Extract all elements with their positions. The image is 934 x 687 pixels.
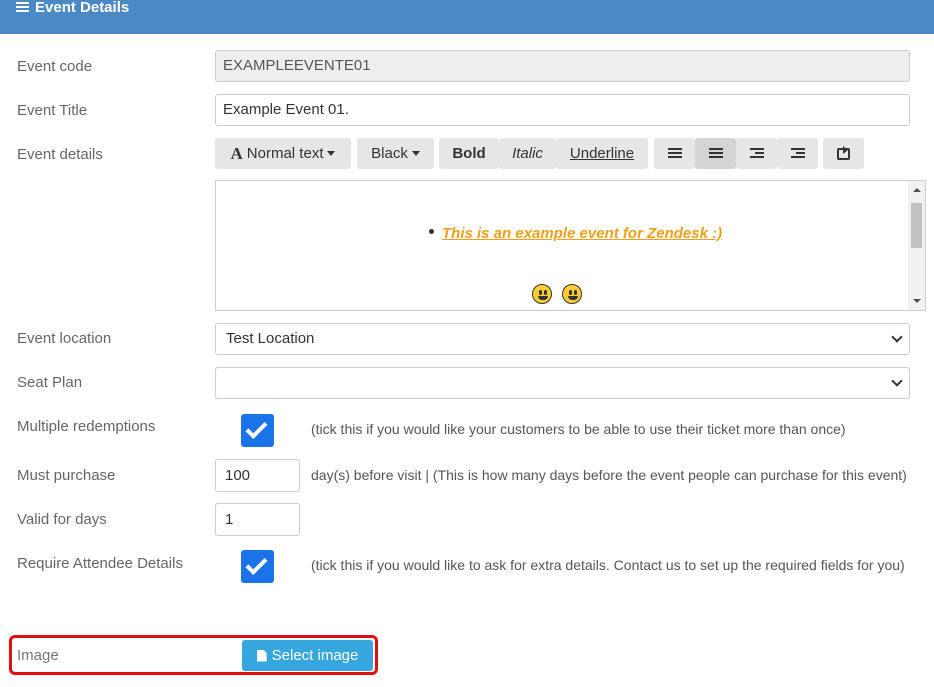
multiple-redemptions-label: Multiple redemptions xyxy=(17,418,156,435)
scrollbar-thumb[interactable] xyxy=(911,203,922,248)
color-dropdown[interactable]: Black xyxy=(357,138,434,169)
italic-button[interactable]: Italic xyxy=(499,138,556,169)
multiple-redemptions-note: (tick this if you would like your custom… xyxy=(311,421,846,437)
smiley-icon xyxy=(562,284,582,304)
bold-button[interactable]: Bold xyxy=(439,138,499,169)
outdent-button[interactable] xyxy=(777,138,818,169)
chevron-down-icon xyxy=(327,151,336,156)
multiple-redemptions-checkbox[interactable] xyxy=(241,414,274,447)
chevron-down-icon xyxy=(411,151,420,156)
event-details-label: Event details xyxy=(17,146,103,163)
image-label: Image xyxy=(17,647,59,664)
format-dropdown[interactable]: A Normal text xyxy=(215,138,351,169)
list-numbered-icon xyxy=(708,148,723,159)
rich-text-editor[interactable]: This is an example event for Zendesk :) xyxy=(215,180,926,311)
font-icon: A xyxy=(230,143,243,163)
event-location-select[interactable]: Test Location xyxy=(215,323,910,355)
hamburger-icon xyxy=(16,0,29,14)
color-dropdown-label: Black xyxy=(371,145,408,162)
panel-title: Event Details xyxy=(35,0,130,16)
event-location-value: Test Location xyxy=(226,330,315,347)
event-code-field: EXAMPLEEVENTE01 xyxy=(215,50,910,82)
panel-header: Event Details xyxy=(0,0,934,34)
event-location-label: Event location xyxy=(17,330,112,347)
list-bullet xyxy=(429,229,434,234)
require-attendee-details-checkbox[interactable] xyxy=(241,550,274,583)
event-code-label: Event code xyxy=(17,58,93,75)
require-attendee-details-note: (tick this if you would like to ask for … xyxy=(311,557,905,573)
checkmark-icon xyxy=(245,417,268,439)
seat-plan-select[interactable] xyxy=(215,367,910,399)
ordered-list-button[interactable] xyxy=(695,138,736,169)
scroll-up-icon[interactable] xyxy=(913,188,921,192)
event-title-field[interactable]: Example Event 01. xyxy=(215,94,910,126)
smiley-icon xyxy=(532,284,552,304)
checkmark-icon xyxy=(245,553,268,575)
editor-scrollbar[interactable] xyxy=(908,181,925,310)
must-purchase-label: Must purchase xyxy=(17,467,116,484)
share-button[interactable] xyxy=(823,138,864,169)
must-purchase-note: day(s) before visit | (This is how many … xyxy=(311,467,907,483)
indent-button[interactable] xyxy=(736,138,777,169)
outdent-icon xyxy=(790,148,805,159)
event-title-label: Event Title xyxy=(17,102,88,119)
underline-button[interactable]: Underline xyxy=(556,138,648,169)
list-icon xyxy=(667,148,682,159)
seat-plan-label: Seat Plan xyxy=(17,374,83,391)
format-dropdown-label: Normal text xyxy=(246,145,324,162)
file-icon xyxy=(256,649,267,662)
require-attendee-details-label: Require Attendee Details xyxy=(17,555,183,572)
valid-for-days-label: Valid for days xyxy=(17,511,107,528)
select-image-label: Select image xyxy=(271,647,359,664)
share-icon xyxy=(837,145,850,160)
chevron-down-icon xyxy=(891,375,903,387)
chevron-down-icon xyxy=(891,331,903,343)
must-purchase-field[interactable]: 100 xyxy=(215,459,300,492)
scroll-down-icon[interactable] xyxy=(913,299,921,303)
unordered-list-button[interactable] xyxy=(654,138,695,169)
indent-icon xyxy=(749,148,764,159)
select-image-button[interactable]: Select image xyxy=(242,640,373,671)
editor-content: This is an example event for Zendesk :) xyxy=(442,225,723,242)
valid-for-days-field[interactable]: 1 xyxy=(215,503,300,536)
